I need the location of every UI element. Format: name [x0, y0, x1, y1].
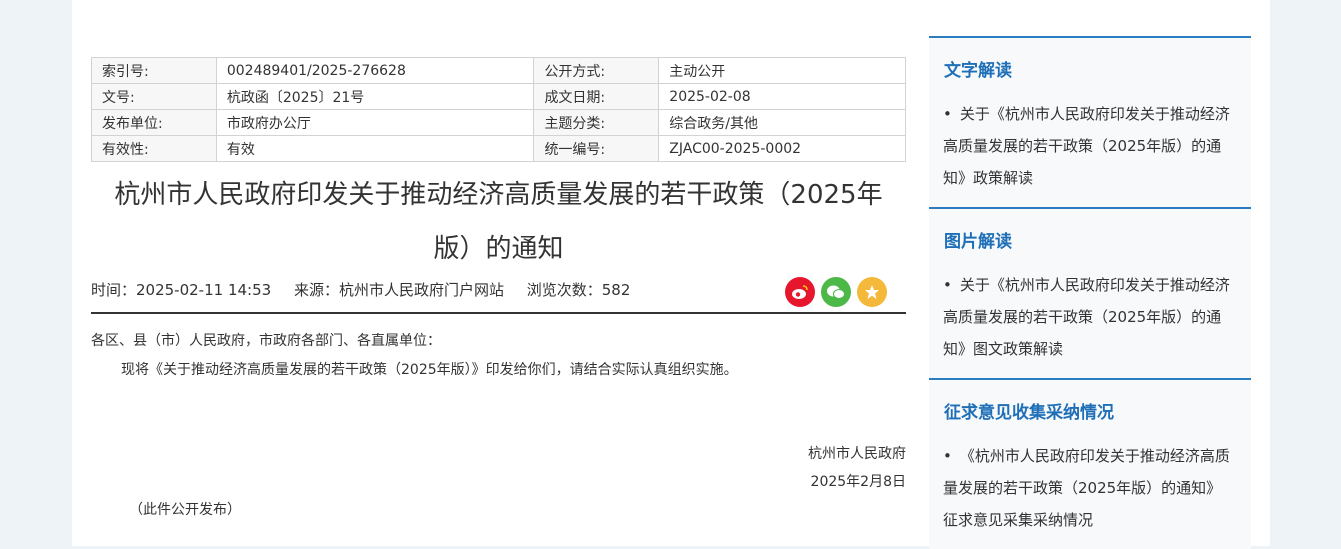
cell-label: 统一编号: — [533, 135, 660, 162]
view-count: 浏览次数：582 — [526, 281, 631, 299]
sidebar-link-text[interactable]: 关于《杭州市人民政府印发关于推动经济高质量发展的若干政策（2025年版）的通知》… — [943, 276, 1230, 358]
greeting: 各区、县（市）人民政府，市政府各部门、各直属单位： — [91, 333, 441, 349]
title-divider — [91, 312, 906, 314]
title-line-1: 杭州市人民政府印发关于推动经济高质量发展的若干政策（2025年 — [114, 180, 883, 210]
cell-value: 2025-02-08 — [658, 83, 906, 110]
sidebar-heading: 图片解读 — [944, 232, 1012, 252]
publication-note: （此件公开发布） — [129, 502, 241, 518]
cell-value: 杭政函〔2025〕21号 — [215, 83, 535, 110]
sidebar-link-text[interactable]: 《杭州市人民政府印发关于推动经济高质量发展的若干政策（2025年版）的通知》征求… — [943, 447, 1230, 529]
sidebar-block-image-interpretation: 图片解读 • 关于《杭州市人民政府印发关于推动经济高质量发展的若干政策（2025年… — [929, 207, 1251, 378]
wechat-icon[interactable] — [821, 277, 851, 307]
share-bar — [785, 277, 887, 307]
cell-label: 索引号: — [91, 57, 217, 84]
title-line-2: 版）的通知 — [433, 234, 564, 264]
cell-label: 发布单位: — [91, 109, 217, 136]
sidebar: 文字解读 • 关于《杭州市人民政府印发关于推动经济高质量发展的若干政策（2025年… — [929, 36, 1251, 549]
sidebar-link[interactable]: • 关于《杭州市人民政府印发关于推动经济高质量发展的若干政策（2025年版）的通知… — [943, 98, 1235, 194]
body-paragraph: 现将《关于推动经济高质量发展的若干政策（2025年版）》印发给你们，请结合实际认… — [121, 362, 738, 378]
cell-value: 有效 — [215, 135, 535, 162]
sidebar-block-text-interpretation: 文字解读 • 关于《杭州市人民政府印发关于推动经济高质量发展的若干政策（2025年… — [929, 36, 1251, 207]
sidebar-heading: 征求意见收集采纳情况 — [944, 403, 1114, 423]
cell-label: 主题分类: — [533, 109, 660, 136]
signature-date: 2025年2月8日 — [810, 474, 906, 490]
table-row: 有效性: 有效 统一编号: ZJAC00-2025-0002 — [91, 135, 906, 162]
sidebar-link[interactable]: • 《杭州市人民政府印发关于推动经济高质量发展的若干政策（2025年版）的通知》征… — [943, 440, 1235, 536]
sidebar-link-text[interactable]: 关于《杭州市人民政府印发关于推动经济高质量发展的若干政策（2025年版）的通知》… — [943, 105, 1230, 187]
cell-label: 文号: — [91, 83, 217, 110]
sidebar-heading: 文字解读 — [944, 61, 1012, 81]
table-row: 索引号: 002489401/2025-276628 公开方式: 主动公开 — [91, 57, 906, 84]
cell-label: 成文日期: — [533, 83, 660, 110]
article-title: 杭州市人民政府印发关于推动经济高质量发展的若干政策（2025年 版）的通知 — [91, 168, 906, 276]
cell-value: 综合政务/其他 — [658, 109, 906, 136]
info-table: 索引号: 002489401/2025-276628 公开方式: 主动公开 文号… — [91, 57, 906, 162]
cell-value: 市政府办公厅 — [215, 109, 535, 136]
weibo-icon[interactable] — [785, 277, 815, 307]
sidebar-block-feedback: 征求意见收集采纳情况 • 《杭州市人民政府印发关于推动经济高质量发展的若干政策（2… — [929, 378, 1251, 549]
favorite-icon[interactable] — [857, 277, 887, 307]
cell-label: 有效性: — [91, 135, 217, 162]
cell-value: 002489401/2025-276628 — [215, 57, 535, 84]
cell-value: 主动公开 — [658, 57, 906, 84]
sidebar-link[interactable]: • 关于《杭州市人民政府印发关于推动经济高质量发展的若干政策（2025年版）的通知… — [943, 269, 1235, 365]
table-row: 发布单位: 市政府办公厅 主题分类: 综合政务/其他 — [91, 109, 906, 136]
article-meta: 时间：2025-02-11 14:53 来源：杭州市人民政府门户网站 浏览次数：… — [91, 279, 648, 300]
cell-value: ZJAC00-2025-0002 — [658, 135, 906, 162]
table-row: 文号: 杭政函〔2025〕21号 成文日期: 2025-02-08 — [91, 83, 906, 110]
bullet: • — [943, 276, 952, 294]
publish-time: 时间：2025-02-11 14:53 — [91, 281, 272, 299]
bullet: • — [943, 105, 952, 123]
cell-label: 公开方式: — [533, 57, 660, 84]
bullet: • — [943, 447, 952, 465]
article-source: 来源：杭州市人民政府门户网站 — [293, 281, 504, 299]
signature-org: 杭州市人民政府 — [808, 446, 906, 462]
